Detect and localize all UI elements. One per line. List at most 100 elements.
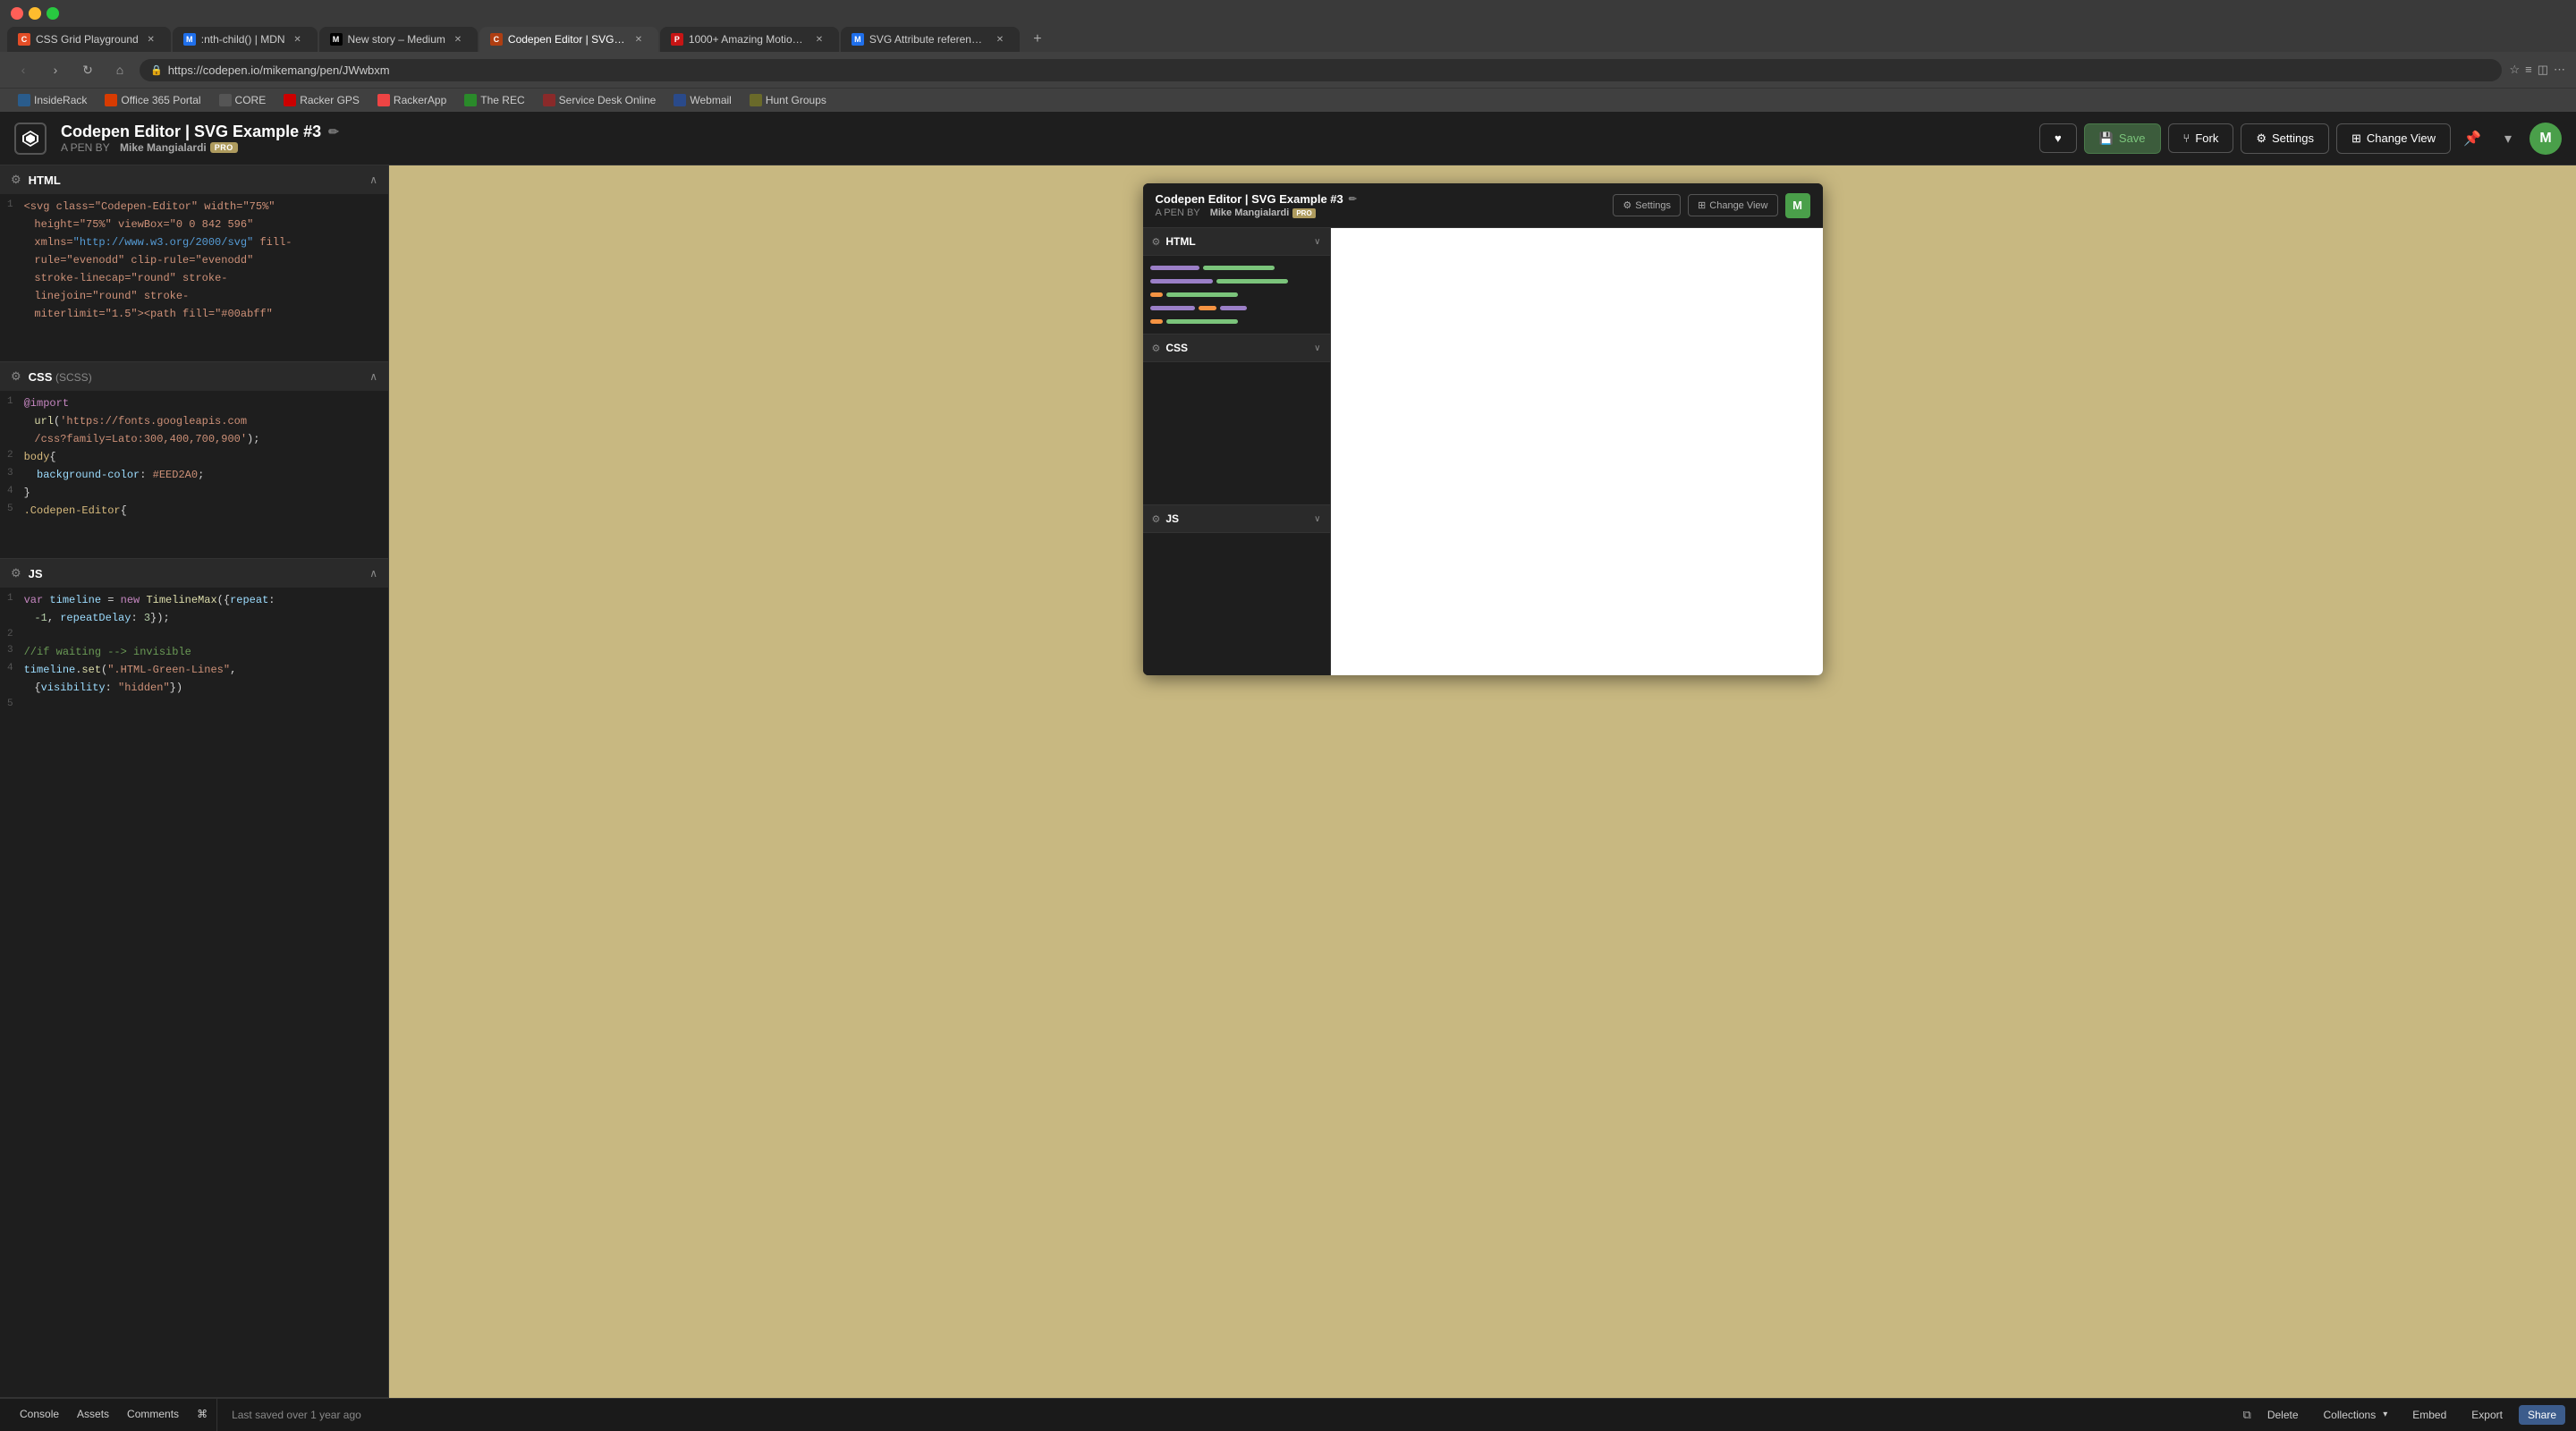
tab-favicon: M: [183, 33, 196, 46]
delete-button[interactable]: Delete: [2258, 1405, 2308, 1425]
keyboard-tab[interactable]: ⌘: [188, 1399, 216, 1431]
embed-actions: ⚙ Settings ⊞ Change View M: [1613, 193, 1809, 218]
menu-icon[interactable]: ⋯: [2554, 63, 2565, 77]
code-line: 4 timeline.set(".HTML-Green-Lines",: [0, 661, 388, 679]
embed-left: ⚙ HTML ∨: [1143, 228, 1331, 675]
url-bar[interactable]: 🔒 https://codepen.io/mikemang/pen/JWwbxm: [140, 59, 2502, 81]
tab-codepen[interactable]: C Codepen Editor | SVG Exam… ✕: [479, 27, 658, 52]
external-link-icon[interactable]: ⧉: [2243, 1408, 2251, 1422]
panel-gear-icon[interactable]: ⚙: [11, 369, 21, 384]
bookmark-core[interactable]: CORE: [212, 92, 274, 108]
bookmark-webmail[interactable]: Webmail: [666, 92, 738, 108]
heart-button[interactable]: ♥: [2039, 123, 2077, 153]
chevron-icon[interactable]: ∨: [1314, 237, 1320, 247]
avatar[interactable]: M: [2529, 123, 2562, 155]
bookmark-office365[interactable]: Office 365 Portal: [97, 92, 208, 108]
gear-icon: ⚙: [1152, 513, 1161, 525]
embed-html-header[interactable]: ⚙ HTML ∨: [1143, 228, 1330, 256]
edit-title-icon[interactable]: ✏: [328, 124, 339, 140]
bookmark-racker-gps[interactable]: Racker GPS: [276, 92, 367, 108]
tab-motion[interactable]: P 1000+ Amazing Motion Pho… ✕: [660, 27, 839, 52]
tab-close-button[interactable]: ✕: [144, 32, 158, 47]
code-line: 1 @import: [0, 394, 388, 412]
back-button[interactable]: ‹: [11, 57, 36, 82]
traffic-lights: [11, 7, 59, 20]
bookmark-label: Office 365 Portal: [121, 94, 200, 106]
tab-new-story[interactable]: M New story – Medium ✕: [319, 27, 478, 52]
reader-icon[interactable]: ≡: [2525, 63, 2532, 77]
maximize-button[interactable]: [47, 7, 59, 20]
pin-button[interactable]: 📌: [2458, 124, 2487, 153]
forward-button[interactable]: ›: [43, 57, 68, 82]
share-button[interactable]: Share: [2519, 1405, 2565, 1425]
minimize-button[interactable]: [29, 7, 41, 20]
edit-icon: ✏: [1349, 193, 1357, 205]
code-line: 3 background-color: #EED2A0;: [0, 466, 388, 484]
code-line: /css?family=Lato:300,400,700,900');: [0, 430, 388, 448]
html-panel-title: HTML: [29, 174, 363, 187]
tab-favicon: P: [671, 33, 683, 46]
reload-button[interactable]: ↻: [75, 57, 100, 82]
code-line: stroke-linecap="round" stroke-: [0, 269, 388, 287]
embed-change-view-button[interactable]: ⊞ Change View: [1688, 194, 1777, 216]
bookmark-favicon: [464, 94, 477, 106]
embed-js-header[interactable]: ⚙ JS ∨: [1143, 505, 1330, 533]
bookmarks-icon[interactable]: ☆: [2509, 63, 2520, 77]
embed-css-header[interactable]: ⚙ CSS ∨: [1143, 334, 1330, 362]
tab-favicon: C: [490, 33, 503, 46]
css-panel-body[interactable]: 1 @import url('https://fonts.googleapis.…: [0, 391, 388, 558]
tab-close-button[interactable]: ✕: [812, 32, 826, 47]
close-button[interactable]: [11, 7, 23, 20]
chevron-icon[interactable]: ∨: [1314, 343, 1320, 353]
tab-close-button[interactable]: ✕: [993, 32, 1007, 47]
new-tab-button[interactable]: +: [1025, 27, 1050, 52]
assets-tab[interactable]: Assets: [68, 1399, 118, 1431]
bookmark-insiderack[interactable]: InsideRack: [11, 92, 94, 108]
chevron-down-icon[interactable]: ▾: [2494, 124, 2522, 153]
browser-titlebar: [0, 0, 2576, 27]
collapse-icon[interactable]: ∧: [369, 567, 377, 580]
tab-css-grid[interactable]: C CSS Grid Playground ✕: [7, 27, 171, 52]
save-button[interactable]: 💾 Save: [2084, 123, 2161, 154]
console-tab[interactable]: Console: [11, 1399, 68, 1431]
js-panel-header[interactable]: ⚙ JS ∧: [0, 559, 388, 588]
bookmark-hunt-groups[interactable]: Hunt Groups: [742, 92, 834, 108]
tab-svg-attr[interactable]: M SVG Attribute reference | M… ✕: [841, 27, 1020, 52]
tab-nth-child[interactable]: M :nth-child() | MDN ✕: [173, 27, 318, 52]
bookmark-favicon: [750, 94, 762, 106]
tab-close-button[interactable]: ✕: [631, 32, 646, 47]
comments-tab[interactable]: Comments: [118, 1399, 188, 1431]
home-button[interactable]: ⌂: [107, 57, 132, 82]
tab-close-button[interactable]: ✕: [451, 32, 465, 47]
collections-button[interactable]: Collections ▾: [2315, 1405, 2397, 1425]
js-panel-body[interactable]: 1 var timeline = new TimelineMax({repeat…: [0, 588, 388, 1397]
chevron-icon[interactable]: ∨: [1314, 514, 1320, 524]
bookmark-rackerapp[interactable]: RackerApp: [370, 92, 453, 108]
tab-title: 1000+ Amazing Motion Pho…: [689, 33, 807, 46]
code-bar: [1150, 306, 1195, 310]
embed-button[interactable]: Embed: [2403, 1405, 2455, 1425]
fork-button[interactable]: ⑂ Fork: [2168, 123, 2234, 153]
pocket-icon[interactable]: ◫: [2538, 63, 2548, 77]
css-panel-header[interactable]: ⚙ CSS (SCSS) ∧: [0, 362, 388, 391]
export-button[interactable]: Export: [2462, 1405, 2512, 1425]
codepen-app: Codepen Editor | SVG Example #3 ✏ A PEN …: [0, 112, 2576, 1430]
embed-settings-button[interactable]: ⚙ Settings: [1613, 194, 1681, 216]
embed-avatar[interactable]: M: [1785, 193, 1810, 218]
html-panel-body[interactable]: 1 <svg class="Codepen-Editor" width="75%…: [0, 194, 388, 361]
collapse-icon[interactable]: ∧: [369, 174, 377, 186]
settings-button[interactable]: ⚙ Settings: [2241, 123, 2329, 154]
bookmark-service-desk[interactable]: Service Desk Online: [536, 92, 664, 108]
tab-close-button[interactable]: ✕: [291, 32, 305, 47]
bookmark-label: The REC: [480, 94, 524, 106]
collapse-icon[interactable]: ∧: [369, 370, 377, 383]
view-icon: ⊞: [1698, 199, 1706, 211]
preview-panel: Codepen Editor | SVG Example #3 ✏ A PEN …: [389, 165, 2576, 1398]
panel-gear-icon[interactable]: ⚙: [11, 566, 21, 580]
change-view-button[interactable]: ⊞ Change View: [2336, 123, 2451, 154]
code-bar: [1216, 279, 1288, 284]
panel-gear-icon[interactable]: ⚙: [11, 173, 21, 187]
html-panel-header[interactable]: ⚙ HTML ∧: [0, 165, 388, 194]
bookmark-the-rec[interactable]: The REC: [457, 92, 531, 108]
bookmark-favicon: [219, 94, 232, 106]
